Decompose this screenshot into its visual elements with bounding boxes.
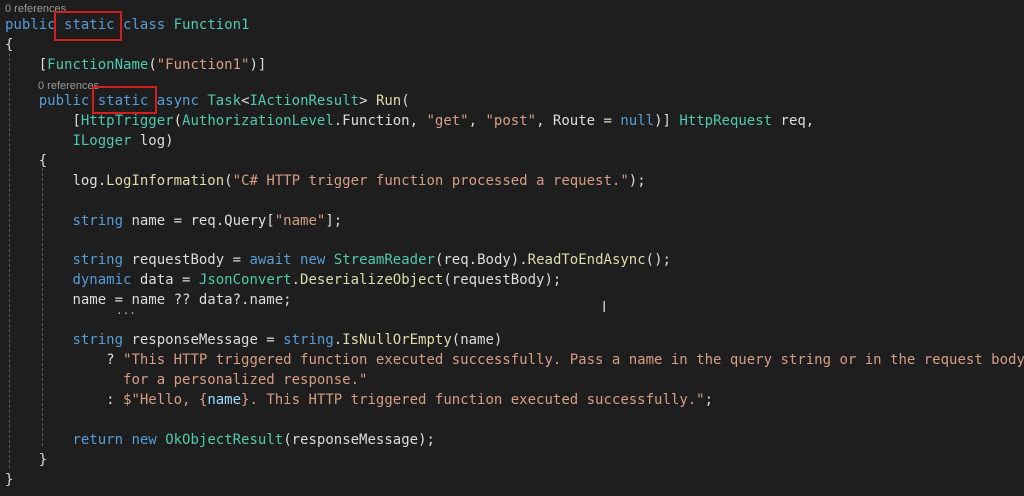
code-line: return new OkObjectResult(responseMessag…: [72, 432, 435, 448]
code-line: string requestBody = await new StreamRea…: [72, 252, 671, 268]
static-keyword-highlight: [92, 86, 157, 114]
code-line: string responseMessage = string.IsNullOr…: [72, 332, 503, 348]
text-cursor-icon: I: [602, 298, 607, 316]
code-line: : $"Hello, {name}. This HTTP triggered f…: [106, 392, 714, 408]
suggestion-dots[interactable]: ...: [116, 305, 136, 316]
code-line: name = name ?? data?.name;: [72, 292, 292, 308]
code-line: for a personalized response.": [123, 372, 368, 388]
code-line: }: [38, 452, 48, 468]
code-line: log.LogInformation("C# HTTP trigger func…: [72, 173, 646, 189]
code-line: public static class Function1: [5, 17, 250, 33]
code-line: dynamic data = JsonConvert.DeserializeOb…: [72, 272, 562, 288]
static-keyword-highlight: [54, 11, 122, 41]
code-line: public static async Task<IActionResult> …: [38, 93, 410, 109]
code-line: {: [5, 37, 14, 53]
code-editor[interactable]: 0 references public static class Functio…: [0, 0, 1024, 496]
code-line: [FunctionName("Function1")]: [38, 57, 267, 73]
code-line: [HttpTrigger(AuthorizationLevel.Function…: [72, 113, 815, 129]
code-line: ? "This HTTP triggered function executed…: [106, 352, 1024, 368]
code-line: {: [38, 153, 48, 169]
code-line: ILogger log): [72, 133, 174, 149]
code-line: }: [5, 472, 14, 488]
code-line: string name = req.Query["name"];: [72, 213, 343, 229]
